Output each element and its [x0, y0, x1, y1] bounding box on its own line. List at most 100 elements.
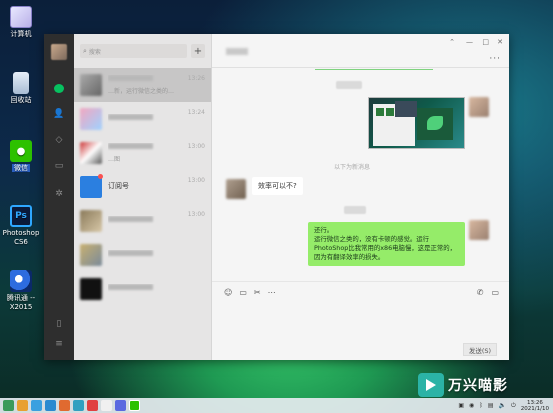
input-toolbar: ☺ ▭ ✂ ⋯	[224, 288, 276, 297]
nav-menu-button[interactable]: ≡	[52, 337, 66, 351]
chat-time: 13:00	[187, 211, 205, 218]
recycle-bin-icon	[13, 72, 29, 94]
desktop-icon-label: 腾讯通 --X2015	[6, 294, 36, 311]
bluetooth-icon[interactable]: ᛒ	[479, 402, 483, 409]
tray-icon[interactable]: ▣	[458, 402, 464, 409]
chat-title	[226, 48, 248, 55]
chat-header: ⌃ — □ ✕ ···	[212, 34, 509, 68]
chat-bubble-icon	[54, 83, 64, 93]
menu-icon: ≡	[55, 339, 63, 349]
chat-avatar	[80, 210, 102, 232]
emoji-icon[interactable]: ☺	[224, 288, 232, 297]
taskbar-app-icon[interactable]	[59, 400, 70, 411]
more-options-button[interactable]: ···	[489, 54, 501, 64]
wechat-window: 👤 ◇ ▭ ✲ ▯ ≡ ⌕ 搜索 + …新，运行微信之类的… 13:26 13:…	[44, 34, 509, 360]
desktop-icon-label: 回收站	[10, 96, 32, 104]
subscription-avatar	[80, 176, 102, 198]
taskbar-app-icon[interactable]	[17, 400, 28, 411]
search-row: ⌕ 搜索 +	[74, 34, 211, 68]
nav-chats-button[interactable]	[52, 81, 66, 95]
timestamp-pill	[336, 81, 362, 89]
chat-time: 13:24	[187, 109, 205, 116]
nav-phone-button[interactable]: ▯	[52, 317, 66, 331]
power-icon[interactable]: ⏻	[511, 402, 516, 410]
phone-icon[interactable]: ✆	[477, 288, 484, 297]
wechat-icon: ●	[10, 140, 32, 162]
pin-button[interactable]: ⌃	[449, 38, 455, 46]
video-call-icon[interactable]: ▭	[491, 288, 499, 297]
add-chat-button[interactable]: +	[191, 44, 205, 58]
chat-list-item[interactable]	[74, 238, 211, 272]
desktop-icon-label: 微信	[12, 164, 30, 172]
tray-icon[interactable]: ◉	[469, 402, 474, 409]
contact-avatar[interactable]	[226, 179, 246, 199]
unread-badge	[98, 174, 103, 179]
network-icon[interactable]: ▤	[488, 402, 494, 409]
desktop-icon-tencent-rtx[interactable]: 腾讯通 --X2015	[0, 270, 42, 312]
watermark-text: 万兴喵影	[448, 378, 508, 394]
desktop-icon-photoshop[interactable]: Ps Photoshop CS6	[0, 205, 42, 247]
clock[interactable]: 13:26 2021/1/10	[521, 400, 549, 412]
desktop-icon-wechat[interactable]: ● 微信	[0, 140, 42, 173]
chat-list-item[interactable]: 订阅号 13:00	[74, 170, 211, 204]
taskbar-app-icon[interactable]	[31, 400, 42, 411]
close-button[interactable]: ✕	[497, 38, 503, 46]
taskbar-app-icon[interactable]	[87, 400, 98, 411]
send-button[interactable]: 发送(S)	[463, 343, 497, 356]
chat-list-item[interactable]: 13:24	[74, 102, 211, 136]
chat-list-item[interactable]: …新，运行微信之类的… 13:26	[74, 68, 211, 102]
maximize-button[interactable]: □	[482, 38, 489, 46]
incoming-message: 效率可以不?	[252, 177, 303, 195]
start-menu-icon[interactable]	[3, 400, 14, 411]
chat-avatar	[80, 244, 102, 266]
system-message: 以下为新消息	[334, 164, 371, 171]
search-icon: ⌕	[83, 46, 87, 55]
settings-icon[interactable]	[115, 400, 126, 411]
chat-time: 13:00	[187, 177, 205, 184]
taskbar-app-icon[interactable]	[73, 400, 84, 411]
wechat-taskbar-icon[interactable]	[129, 400, 140, 411]
nav-favorites-button[interactable]: ◇	[52, 133, 66, 147]
my-avatar[interactable]	[469, 220, 489, 240]
chat-time: 13:26	[187, 75, 205, 82]
nav-contacts-button[interactable]: 👤	[52, 107, 66, 121]
volume-icon[interactable]: 🔈	[499, 402, 506, 409]
clock-date: 2021/1/10	[520, 405, 549, 412]
folder-icon: ▭	[54, 161, 64, 171]
nav-files-button[interactable]: ▭	[52, 159, 66, 173]
computer-icon	[10, 6, 32, 28]
outgoing-message: 还行。 运行微信之类的，没有卡顿的感觉。运行PhotoShop比我常用的x86电…	[308, 222, 465, 266]
call-toolbar: ✆ ▭	[477, 288, 499, 297]
scissors-icon[interactable]: ✂	[254, 288, 261, 297]
watermark: 万兴喵影	[418, 372, 508, 398]
taskbar-app-icon[interactable]	[45, 400, 56, 411]
chat-avatar	[80, 278, 102, 300]
chat-panel: ⌃ — □ ✕ ··· 以下为新消息 效率可以不? 还行。 运行微信之类的，没有…	[212, 34, 509, 360]
leaf-graphic-icon	[427, 116, 443, 130]
desktop-icon-label: 计算机	[10, 30, 32, 38]
chat-history-icon[interactable]: ⋯	[268, 288, 276, 297]
desktop-icon-computer[interactable]: 计算机	[0, 6, 42, 39]
chat-list-item[interactable]	[74, 272, 211, 306]
mobile-icon: ▯	[56, 319, 62, 329]
divider-line	[315, 69, 433, 70]
calendar-icon[interactable]	[101, 400, 112, 411]
image-message[interactable]	[368, 97, 465, 149]
my-avatar[interactable]	[469, 97, 489, 117]
timestamp-pill	[344, 206, 366, 214]
desktop-icon-recycle-bin[interactable]: 回收站	[0, 72, 42, 105]
search-input[interactable]: ⌕ 搜索	[80, 44, 187, 58]
search-placeholder: 搜索	[88, 48, 101, 56]
chat-list-item[interactable]: 13:00	[74, 204, 211, 238]
user-avatar[interactable]	[51, 44, 67, 60]
minimize-button[interactable]: —	[466, 38, 473, 46]
desktop-icon-label: Photoshop CS6	[2, 229, 40, 246]
message-input-area[interactable]: ☺ ▭ ✂ ⋯ ✆ ▭ 发送(S)	[212, 281, 509, 360]
chat-avatar	[80, 74, 102, 96]
nav-moments-button[interactable]: ✲	[52, 187, 66, 201]
wechat-nav-bar: 👤 ◇ ▭ ✲ ▯ ≡	[44, 34, 74, 360]
folder-icon[interactable]: ▭	[239, 288, 247, 297]
chat-list-panel: ⌕ 搜索 + …新，运行微信之类的… 13:26 13:24 …图 13:00 …	[74, 34, 212, 360]
chat-list-item[interactable]: …图 13:00	[74, 136, 211, 170]
system-tray: ▣ ◉ ᛒ ▤ 🔈 ⏻ 13:26 2021/1/10	[458, 398, 549, 413]
